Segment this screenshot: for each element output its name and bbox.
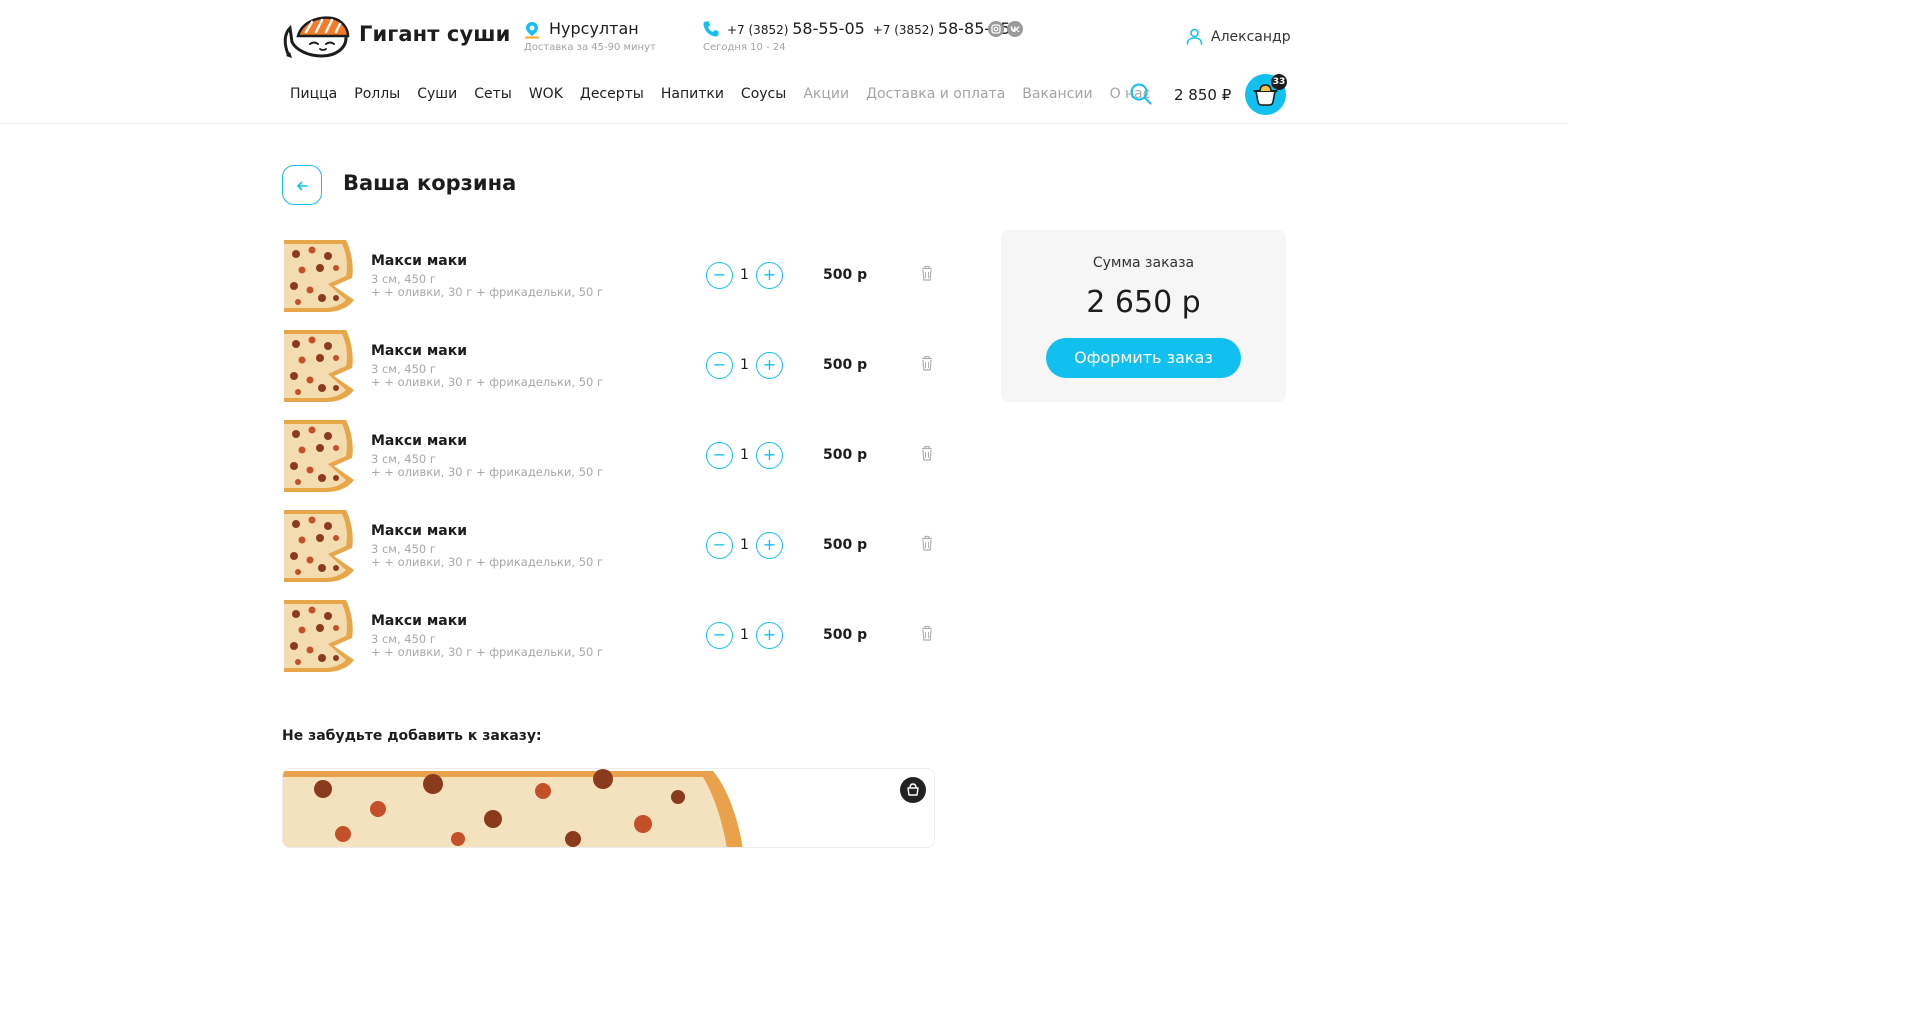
site-header: Гигант суши Нурсултан Доставка за 45-90 … [0,0,1568,124]
item-price: 500 р [823,627,868,643]
trash-icon[interactable] [920,445,934,461]
nav-item-promos[interactable]: Акции [803,86,849,102]
cart-item: Макси маки 3 см, 450 г + + оливки, 30 г … [282,238,942,328]
item-quantity: 1 [740,627,749,643]
cart-count-badge: 33 [1271,74,1287,90]
item-extras: + + оливки, 30 г + фрикадельки, 50 г [371,375,604,389]
upsell-product-card[interactable] [282,768,935,848]
nav-item-desserts[interactable]: Десерты [580,86,644,102]
item-price: 500 р [823,267,868,283]
upsell-title: Не забудьте добавить к заказу: [282,728,542,744]
location-pin-icon[interactable] [524,21,540,39]
item-price: 500 р [823,537,868,553]
decrease-qty-button[interactable]: − [706,532,733,559]
instagram-icon[interactable] [988,21,1004,37]
back-button[interactable] [282,165,322,205]
item-name[interactable]: Макси маки [371,523,467,539]
pizza-image[interactable] [282,508,356,582]
item-meta: 3 см, 450 г [371,542,436,556]
phone-prefix: +7 (3852) [727,23,789,37]
nav-item-wok[interactable]: WOK [529,86,563,102]
pizza-image [283,769,934,847]
increase-qty-button[interactable]: + [756,442,783,469]
item-extras: + + оливки, 30 г + фрикадельки, 50 г [371,285,604,299]
cart-item: Макси маки 3 см, 450 г + + оливки, 30 г … [282,328,942,418]
nav-item-vacancies[interactable]: Вакансии [1022,86,1092,102]
nav-item-rolls[interactable]: Роллы [354,86,400,102]
item-price: 500 р [823,357,868,373]
item-name[interactable]: Макси маки [371,613,467,629]
summary-total: 2 650 р [1086,285,1201,320]
item-extras: + + оливки, 30 г + фрикадельки, 50 г [371,465,604,479]
nav-item-sauces[interactable]: Соусы [741,86,786,102]
pizza-image[interactable] [282,418,356,492]
nav-item-pizza[interactable]: Пицца [290,86,337,102]
logo-icon[interactable] [282,14,350,60]
increase-qty-button[interactable]: + [756,532,783,559]
item-name[interactable]: Макси маки [371,253,467,269]
decrease-qty-button[interactable]: − [706,622,733,649]
summary-label: Сумма заказа [1092,255,1195,271]
phone-link[interactable]: 58-55-05 [792,19,865,38]
nav-item-delivery[interactable]: Доставка и оплата [866,86,1005,102]
decrease-qty-button[interactable]: − [706,442,733,469]
user-icon[interactable] [1186,28,1203,45]
trash-icon[interactable] [920,535,934,551]
nav-item-sushi[interactable]: Суши [417,86,457,102]
item-meta: 3 см, 450 г [371,362,436,376]
item-quantity: 1 [740,537,749,553]
item-extras: + + оливки, 30 г + фрикадельки, 50 г [371,645,604,659]
trash-icon[interactable] [920,355,934,371]
header-cart-total[interactable]: 2 850 ₽ [1174,86,1231,104]
item-quantity: 1 [740,357,749,373]
increase-qty-button[interactable]: + [756,352,783,379]
search-icon[interactable] [1130,83,1152,105]
checkout-button[interactable]: Оформить заказ [1046,338,1241,378]
item-meta: 3 см, 450 г [371,452,436,466]
item-name[interactable]: Макси маки [371,343,467,359]
item-meta: 3 см, 450 г [371,632,436,646]
item-name[interactable]: Макси маки [371,433,467,449]
pizza-image[interactable] [282,238,356,312]
cart-item: Макси маки 3 см, 450 г + + оливки, 30 г … [282,508,942,598]
decrease-qty-button[interactable]: − [706,352,733,379]
item-quantity: 1 [740,267,749,283]
add-to-cart-icon[interactable] [900,777,926,803]
nav-item-drinks[interactable]: Напитки [661,86,724,102]
item-price: 500 р [823,447,868,463]
nav-item-sets[interactable]: Сеты [474,86,512,102]
brand-name[interactable]: Гигант суши [359,22,510,46]
vk-icon[interactable] [1007,21,1023,37]
trash-icon[interactable] [920,625,934,641]
cart-item: Макси маки 3 см, 450 г + + оливки, 30 г … [282,598,942,688]
cart-items-list: Макси маки 3 см, 450 г + + оливки, 30 г … [282,238,942,688]
decrease-qty-button[interactable]: − [706,262,733,289]
order-summary: Сумма заказа 2 650 р Оформить заказ [1001,230,1286,402]
phone-icon [703,21,719,37]
item-quantity: 1 [740,447,749,463]
increase-qty-button[interactable]: + [756,622,783,649]
arrow-left-icon [297,181,308,191]
main-nav: Пицца Роллы Суши Сеты WOK Десерты Напитк… [290,86,1150,102]
pizza-image[interactable] [282,598,356,672]
page-title: Ваша корзина [343,171,517,195]
item-meta: 3 см, 450 г [371,272,436,286]
trash-icon[interactable] [920,265,934,281]
delivery-note: Доставка за 45-90 минут [524,42,656,53]
phone-prefix: +7 (3852) [872,23,935,37]
working-hours: Сегодня 10 - 24 [703,42,786,53]
cart-item: Макси маки 3 см, 450 г + + оливки, 30 г … [282,418,942,508]
increase-qty-button[interactable]: + [756,262,783,289]
pizza-image[interactable] [282,328,356,402]
city-selector[interactable]: Нурсултан [549,19,639,38]
item-extras: + + оливки, 30 г + фрикадельки, 50 г [371,555,604,569]
phone-numbers: +7 (3852) 58-55-05 +7 (3852) 58-85-05 [727,19,1015,38]
user-name[interactable]: Александр [1211,29,1291,45]
